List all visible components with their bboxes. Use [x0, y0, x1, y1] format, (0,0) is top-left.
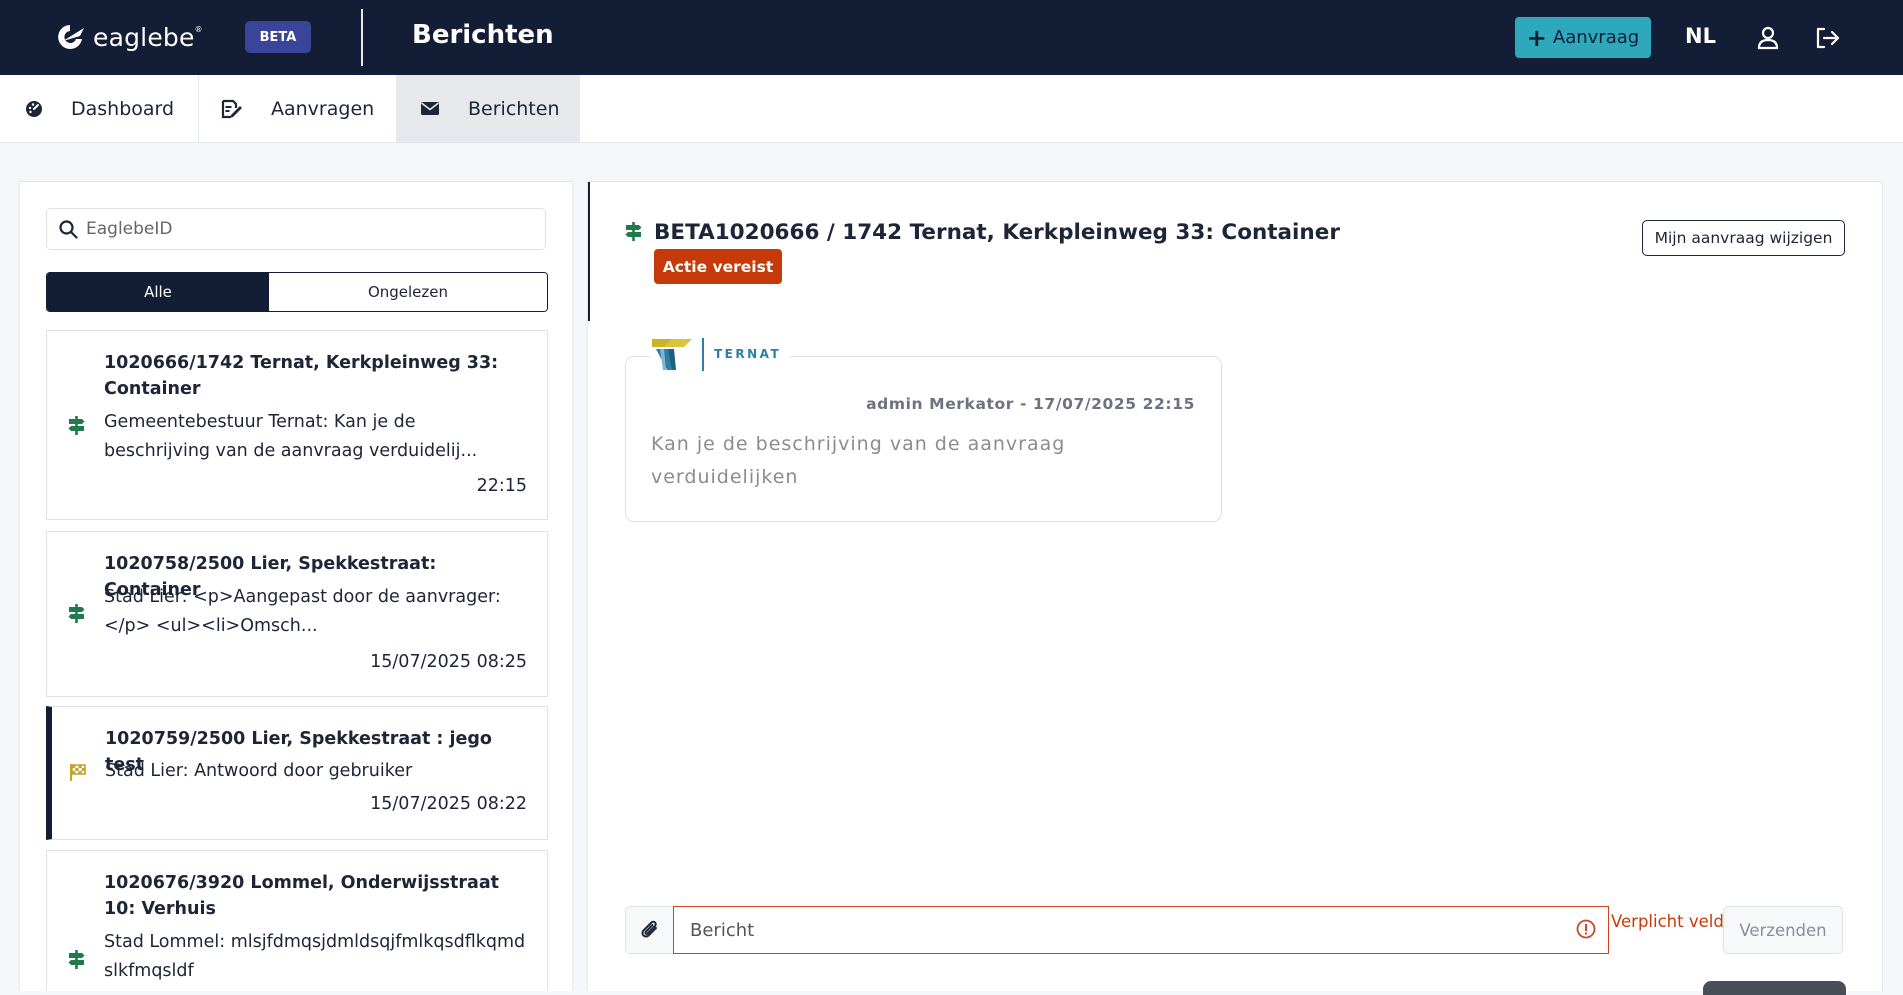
plus-icon: + [1526, 23, 1547, 52]
tab-berichten-label: Berichten [468, 97, 560, 120]
dashboard-icon [26, 100, 42, 117]
conversation-title: 1020676/3920 Lommel, Onderwijsstraat 10:… [104, 873, 500, 919]
validation-error: Verplicht veld. [1611, 912, 1730, 931]
message-text: Kan je de beschrijving van de aanvraag v… [651, 433, 1066, 488]
tab-dashboard[interactable]: Dashboard [0, 75, 199, 142]
conversation-detail-panel: BETA1020666 / 1742 Ternat, Kerkpleinweg … [587, 181, 1883, 995]
tab-dashboard-label: Dashboard [71, 97, 175, 120]
conversation-preview: Stad Lier: <p>Aangepast door de aanvrage… [104, 587, 501, 636]
message-input-wrapper [673, 906, 1609, 954]
search-icon [59, 219, 78, 239]
conversation-preview: Gemeentebestuur Ternat: Kan je de beschr… [104, 412, 478, 461]
search-input[interactable] [84, 218, 528, 240]
conversation-item-selected[interactable]: 1020759/2500 Lier, Spekkestraat : jego t… [46, 706, 548, 840]
tab-aanvragen-label: Aanvragen [271, 97, 375, 120]
top-bar: eaglebe® BETA Berichten + Aanvraag NL [0, 0, 1903, 75]
logout-icon[interactable] [1815, 27, 1841, 49]
organisation-name: TERNAT [714, 347, 782, 361]
tab-aanvragen[interactable]: Aanvragen [199, 75, 397, 142]
conversation-item[interactable]: 1020758/2500 Lier, Spekkestraat: Contain… [46, 531, 548, 697]
organisation-logo: TERNAT [650, 337, 790, 371]
checkered-flag-icon [70, 764, 86, 781]
filter-all-button[interactable]: Alle [47, 273, 269, 311]
status-badge: Actie vereist [654, 249, 782, 284]
conversation-item[interactable]: 1020666/1742 Ternat, Kerkpleinweg 33: Co… [46, 330, 548, 520]
page-title: Berichten [412, 20, 554, 50]
ternat-logo-icon [652, 339, 692, 370]
message-input[interactable] [688, 918, 1552, 942]
conversation-time: 15/07/2025 08:22 [370, 794, 527, 814]
conversation-time: 22:15 [476, 476, 527, 496]
user-profile-icon[interactable] [1757, 26, 1779, 50]
new-request-label: Aanvraag [1552, 27, 1640, 48]
error-icon [1576, 919, 1596, 939]
send-button[interactable]: Verzenden [1723, 906, 1843, 954]
header-divider [361, 9, 363, 66]
selection-accent [588, 182, 590, 321]
conversation-title: 1020666/1742 Ternat, Kerkpleinweg 33: Co… [104, 353, 499, 399]
filter-unread-button[interactable]: Ongelezen [269, 273, 547, 311]
message-composer: Verplicht veld. Verzenden [625, 906, 1848, 954]
tab-berichten[interactable]: Berichten [397, 75, 580, 142]
conversation-header-title: BETA1020666 / 1742 Ternat, Kerkpleinweg … [654, 220, 1340, 245]
language-selector[interactable]: NL [1685, 24, 1716, 48]
floating-element-edge [1703, 981, 1846, 995]
search-box [46, 208, 546, 250]
envelope-icon [421, 102, 439, 115]
edit-document-icon [221, 99, 242, 118]
conversation-list-panel: Alle Ongelezen 1020666/1742 Ternat, Kerk… [19, 181, 573, 991]
edit-request-button[interactable]: Mijn aanvraag wijzigen [1642, 220, 1845, 256]
signpost-icon [68, 416, 85, 435]
signpost-icon [68, 950, 85, 969]
logo-separator [702, 337, 704, 371]
signpost-icon [625, 222, 642, 241]
beta-badge: BETA [245, 21, 311, 53]
conversation-item[interactable]: 1020676/3920 Lommel, Onderwijsstraat 10:… [46, 850, 548, 991]
eaglebe-logo-icon [58, 25, 84, 49]
eaglebe-logo[interactable]: eaglebe® [53, 22, 203, 52]
conversation-time: 15/07/2025 08:25 [370, 652, 527, 672]
main-navigation: Dashboard Aanvragen Berichten [0, 75, 1903, 143]
filter-toggle: Alle Ongelezen [46, 272, 548, 312]
signpost-icon [68, 604, 85, 623]
new-request-button[interactable]: + Aanvraag [1515, 17, 1651, 58]
message-meta: admin Merkator - 17/07/2025 22:15 [866, 395, 1195, 413]
conversation-preview: Stad Lommel: mlsjfdmqsjdmldsqjfmlkqsdflk… [104, 932, 526, 981]
paperclip-icon [640, 920, 657, 938]
conversation-preview: Stad Lier: Antwoord door gebruiker [105, 761, 413, 781]
message-bubble: admin Merkator - 17/07/2025 22:15 Kan je… [625, 356, 1222, 522]
attach-button[interactable] [625, 906, 673, 954]
logo-text: eaglebe® [93, 22, 203, 52]
